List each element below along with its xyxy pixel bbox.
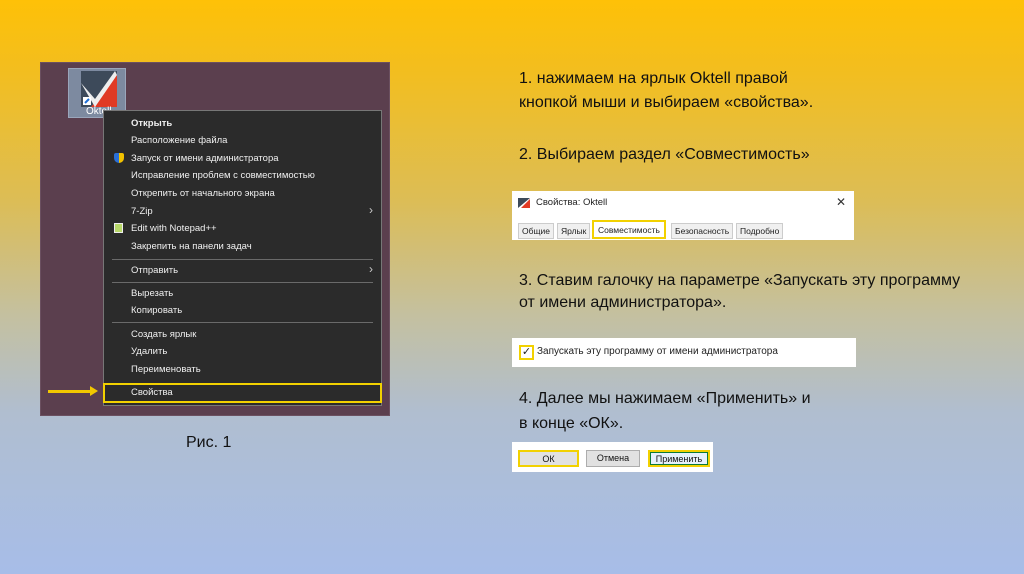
dialog-title: Свойства: Oktell bbox=[536, 197, 608, 208]
step-2: 2. Выбираем раздел «Совместимость» bbox=[519, 146, 810, 163]
chevron-right-icon: › bbox=[369, 203, 373, 217]
menu-item-run-as-admin[interactable]: Запуск от имени администратора bbox=[131, 153, 279, 164]
menu-separator bbox=[112, 322, 373, 323]
arrow-right-icon bbox=[48, 390, 94, 393]
properties-dialog-screenshot: Свойства: Oktell ✕ Общие Ярлык Совместим… bbox=[512, 191, 854, 240]
menu-separator bbox=[112, 282, 373, 283]
step-3-line-2: от имени администратора». bbox=[519, 294, 727, 311]
step-4-line-1: 4. Далее мы нажимаем «Применить» и bbox=[519, 390, 811, 407]
run-as-admin-screenshot: ✓ Запускать эту программу от имени админ… bbox=[512, 338, 856, 367]
uac-shield-icon bbox=[114, 153, 124, 163]
menu-separator bbox=[112, 259, 373, 260]
menu-item-notepad[interactable]: Edit with Notepad++ bbox=[131, 223, 217, 234]
notepad-icon bbox=[114, 223, 123, 233]
run-as-admin-label[interactable]: Запускать эту программу от имени админис… bbox=[537, 346, 778, 357]
menu-item-7zip[interactable]: 7-Zip bbox=[131, 206, 153, 217]
properties-highlight bbox=[103, 383, 382, 403]
apply-button[interactable]: Применить bbox=[648, 450, 710, 467]
figure-caption: Рис. 1 bbox=[186, 434, 232, 451]
menu-item-unpin-start[interactable]: Открепить от начального экрана bbox=[131, 188, 275, 199]
step-1-line-1: 1. нажимаем на ярлык Oktell правой bbox=[519, 70, 788, 87]
menu-item-pin-taskbar[interactable]: Закрепить на панели задач bbox=[131, 241, 252, 252]
menu-item-rename[interactable]: Переименовать bbox=[131, 364, 201, 375]
menu-item-cut[interactable]: Вырезать bbox=[131, 288, 173, 299]
chevron-right-icon: › bbox=[369, 262, 373, 276]
step-4-line-2: в конце «ОК». bbox=[519, 415, 624, 432]
cancel-button[interactable]: Отмена bbox=[586, 450, 640, 467]
tab-compatibility[interactable]: Совместимость bbox=[592, 220, 666, 239]
menu-item-open[interactable]: Открыть bbox=[131, 118, 172, 129]
dialog-buttons-screenshot: ОК Отмена Применить bbox=[512, 442, 713, 472]
menu-item-copy[interactable]: Копировать bbox=[131, 305, 182, 316]
menu-item-send-to[interactable]: Отправить bbox=[131, 265, 178, 276]
arrowhead-icon bbox=[90, 386, 98, 396]
tab-general[interactable]: Общие bbox=[518, 223, 554, 239]
step-1-line-2: кнопкой мыши и выбираем «свойства». bbox=[519, 94, 814, 111]
menu-item-file-location[interactable]: Расположение файла bbox=[131, 135, 227, 146]
menu-item-troubleshoot[interactable]: Исправление проблем с совместимостью bbox=[131, 170, 315, 181]
context-menu: Открыть Расположение файла Запуск от име… bbox=[103, 110, 382, 406]
checkbox-checked-icon[interactable]: ✓ bbox=[519, 345, 534, 360]
tab-shortcut[interactable]: Ярлык bbox=[557, 223, 591, 239]
tab-security[interactable]: Безопасность bbox=[671, 223, 734, 239]
step-3-line-1: 3. Ставим галочку на параметре «Запускат… bbox=[519, 272, 961, 289]
tab-details[interactable]: Подробно bbox=[736, 223, 784, 239]
menu-item-delete[interactable]: Удалить bbox=[131, 346, 167, 357]
ok-button[interactable]: ОК bbox=[518, 450, 579, 467]
oktell-app-icon bbox=[518, 198, 530, 208]
close-icon[interactable]: ✕ bbox=[836, 195, 846, 209]
menu-item-create-shortcut[interactable]: Создать ярлык bbox=[131, 329, 196, 340]
